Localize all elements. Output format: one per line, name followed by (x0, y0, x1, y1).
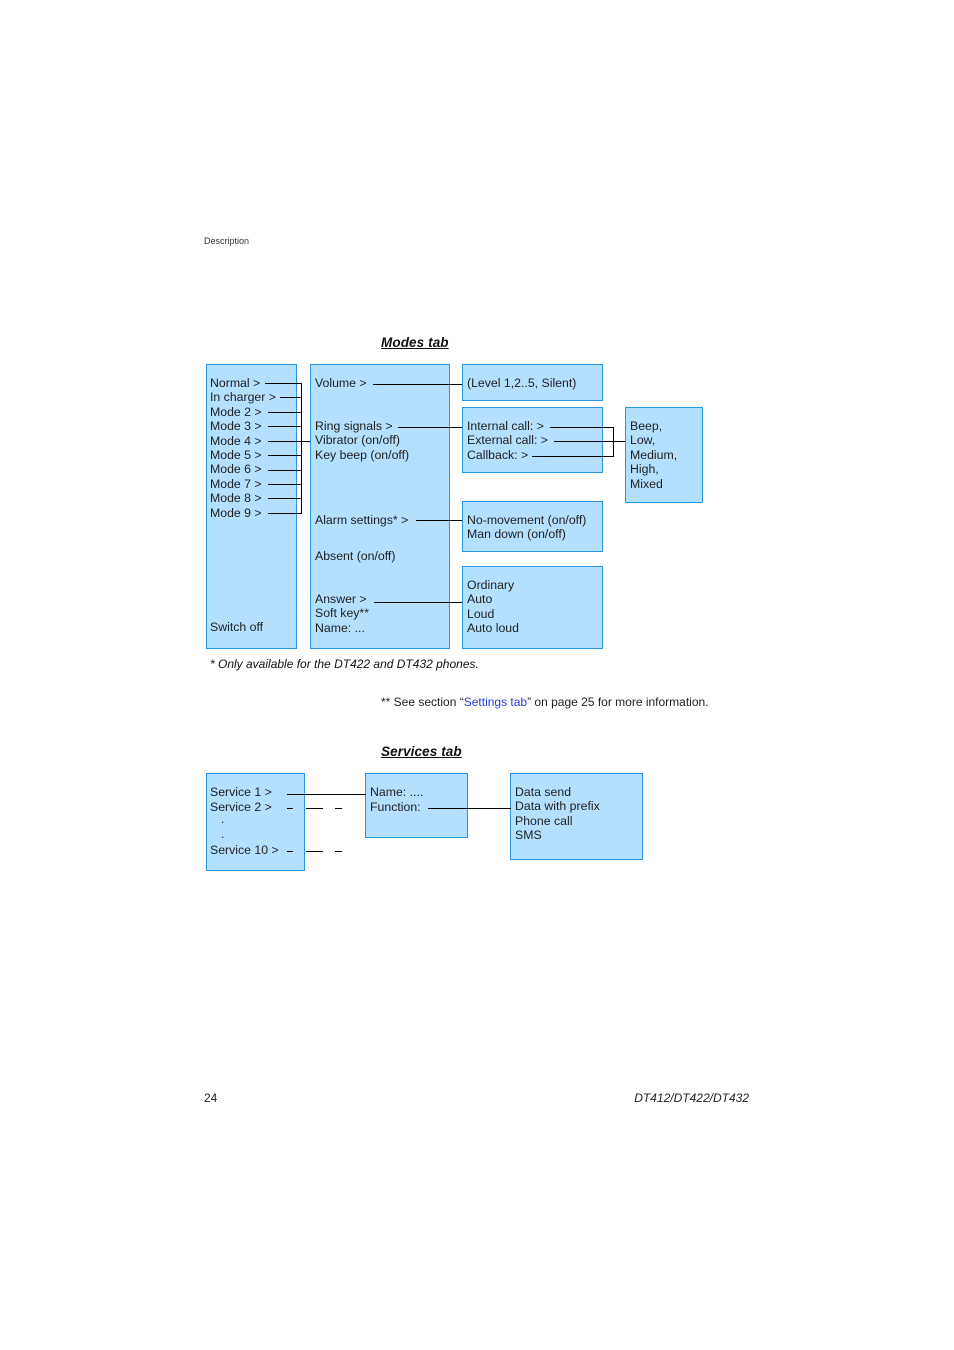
switch-off-item: Switch off (210, 620, 264, 634)
alarm-option-item: Man down (on/off) (467, 527, 566, 542)
mode-item: In charger > (210, 390, 276, 405)
vibrator-setting: Vibrator (on/off) (315, 433, 400, 448)
service-field-item: Name: .... (370, 785, 424, 799)
ring-type-item: External call: > (467, 433, 548, 448)
answer-option-item: Auto loud (467, 621, 519, 636)
page-number: 24 (204, 1091, 218, 1105)
ring-level-item: Mixed (630, 476, 663, 491)
mode-item: Mode 3 > (210, 419, 262, 434)
volume-setting: Volume > (315, 376, 367, 390)
ring-level-item: Medium, (630, 447, 678, 462)
modes-connector-lines (265, 383, 625, 603)
mode-item: Mode 2 > (210, 404, 262, 419)
modes-tab-title: Modes tab (381, 335, 449, 350)
running-header: Description (204, 236, 250, 246)
answer-options-box: Ordinary Auto Loud Auto loud (462, 566, 603, 649)
function-item: Data with prefix (515, 799, 600, 814)
mode-item: Mode 4 > (210, 433, 262, 448)
function-item: SMS (515, 828, 542, 843)
footnote-soft-key: ** See section “Settings tab” on page 25… (381, 695, 709, 709)
absent-setting: Absent (on/off) (315, 549, 396, 563)
key-beep-setting: Key beep (on/off) (315, 447, 410, 462)
services-connector-lines (287, 794, 511, 852)
ring-level-item: Beep, (630, 419, 663, 433)
alarm-option-item: No-movement (on/off) (467, 513, 587, 527)
mode-item: Mode 5 > (210, 448, 262, 462)
mode-item: Mode 6 > (210, 462, 262, 477)
answer-setting: Answer > (315, 592, 367, 606)
mode-item: Normal > (210, 376, 261, 390)
mode-item: Mode 8 > (210, 491, 262, 506)
ring-signal-types-box: Internal call: > External call: > Callba… (462, 407, 603, 473)
volume-options: (Level 1,2..5, Silent) (467, 376, 577, 390)
mode-item: Mode 9 > (210, 505, 262, 520)
model-name: DT412/DT422/DT432 (634, 1091, 749, 1105)
service-item: Service 10 > (210, 843, 279, 857)
ring-level-item: High, (630, 462, 659, 477)
service-ellipsis: . (221, 812, 225, 826)
name-setting: Name: ... (315, 620, 365, 635)
volume-options-box: (Level 1,2..5, Silent) (462, 364, 603, 401)
ring-level-item: Low, (630, 433, 656, 448)
services-list-box: Service 1 > Service 2 > . . Service 10 > (206, 773, 305, 871)
footnote-alarm: * Only available for the DT422 and DT432… (210, 657, 479, 671)
service-item: Service 2 > (210, 800, 272, 814)
answer-option-item: Ordinary (467, 578, 515, 592)
alarm-settings-setting: Alarm settings* > (315, 513, 409, 527)
alarm-options-box: No-movement (on/off) Man down (on/off) (462, 501, 603, 552)
services-tab-title: Services tab (381, 744, 462, 759)
function-item: Data send (515, 785, 572, 799)
ring-signals-setting: Ring signals > (315, 419, 393, 433)
service-ellipsis: . (221, 827, 225, 841)
mode-item: Mode 7 > (210, 476, 262, 491)
mode-settings-box: Volume > Ring signals > Vibrator (on/off… (310, 364, 450, 649)
modes-list-box: Normal > In charger > Mode 2 > Mode 3 > … (206, 364, 297, 649)
footnote-suffix: ” on page 25 for more information. (527, 695, 709, 709)
settings-tab-link[interactable]: Settings tab (464, 695, 527, 709)
service-item: Service 1 > (210, 785, 272, 799)
answer-option-item: Loud (467, 606, 495, 621)
functions-box: Data send Data with prefix Phone call SM… (510, 773, 643, 860)
function-item: Phone call (515, 813, 573, 828)
ring-type-item: Callback: > (467, 447, 529, 462)
footnote-prefix: ** See section “ (381, 695, 464, 709)
service-fields-box: Name: .... Function: (365, 773, 468, 838)
soft-key-setting: Soft key** (315, 606, 369, 621)
ring-levels-box: Beep, Low, Medium, High, Mixed (625, 407, 703, 503)
answer-option-item: Auto (467, 592, 493, 607)
service-field-item: Function: (370, 800, 421, 814)
ring-type-item: Internal call: > (467, 419, 544, 433)
